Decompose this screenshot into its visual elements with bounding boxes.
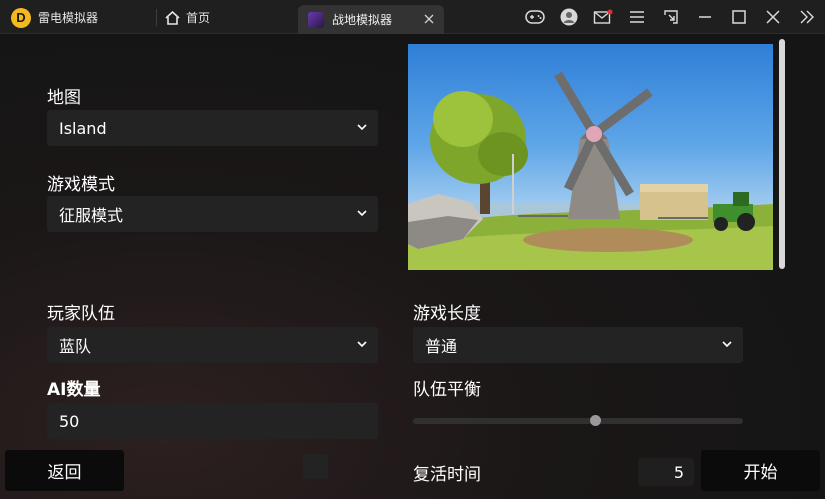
map-dropdown[interactable]: Island — [47, 110, 378, 146]
game-icon — [308, 11, 324, 28]
game-mode-label: 游戏模式 — [47, 175, 115, 195]
respawn-time-label: 复活时间 — [413, 465, 481, 485]
expand-sidebar-icon[interactable] — [797, 7, 817, 27]
player-team-label: 玩家队伍 — [47, 304, 115, 324]
back-button[interactable]: 返回 — [5, 450, 124, 491]
app-logo: D — [11, 8, 31, 28]
game-length-label: 游戏长度 — [413, 304, 481, 324]
ai-count-label: AI数量 — [47, 380, 101, 400]
mail-icon[interactable] — [593, 7, 613, 27]
team-balance-label: 队伍平衡 — [413, 380, 481, 400]
start-button[interactable]: 开始 — [701, 450, 820, 491]
ai-count-value: 50 — [59, 411, 80, 431]
map-value: Island — [59, 118, 107, 138]
slider-handle[interactable] — [589, 415, 601, 426]
home-icon — [165, 10, 180, 25]
divider — [156, 9, 157, 26]
gamepad-icon[interactable] — [525, 7, 545, 27]
chevron-down-icon — [357, 341, 367, 348]
tab-game[interactable]: 战地模拟器 — [298, 5, 444, 34]
close-window-icon[interactable] — [763, 7, 783, 27]
chevron-down-icon — [357, 124, 367, 131]
game-mode-dropdown[interactable]: 征服模式 — [47, 196, 378, 232]
close-tab-icon[interactable] — [422, 12, 436, 26]
minimize-icon[interactable] — [695, 7, 715, 27]
shrink-window-icon[interactable] — [661, 7, 681, 27]
game-settings-panel: 地图 Island 游戏模式 征服模式 玩家队伍 蓝队 游戏长度 普通 AI数量… — [0, 35, 825, 499]
scroll-box — [303, 454, 328, 479]
app-name: 雷电模拟器 — [38, 11, 99, 25]
respawn-time-input[interactable]: 5 — [638, 458, 694, 486]
menu-icon[interactable] — [627, 7, 647, 27]
chevron-down-icon — [722, 341, 732, 348]
map-label: 地图 — [47, 88, 81, 108]
player-team-value: 蓝队 — [59, 337, 92, 356]
ai-count-input[interactable]: 50 — [47, 403, 378, 439]
game-mode-value: 征服模式 — [59, 206, 124, 225]
chevron-down-icon — [357, 210, 367, 217]
team-balance-slider[interactable] — [413, 415, 743, 426]
tab-home-label: 首页 — [186, 11, 211, 25]
player-team-dropdown[interactable]: 蓝队 — [47, 327, 378, 363]
tab-home[interactable]: 首页 — [165, 6, 210, 29]
game-length-value: 普通 — [425, 337, 458, 356]
tab-game-label: 战地模拟器 — [332, 13, 393, 27]
maximize-icon[interactable] — [729, 7, 749, 27]
scrollbar[interactable] — [779, 39, 785, 269]
title-bar: D 雷电模拟器 首页 战地模拟器 — [0, 0, 825, 34]
avatar-icon[interactable] — [559, 7, 579, 27]
map-preview-image — [408, 44, 773, 270]
game-length-dropdown[interactable]: 普通 — [413, 327, 743, 363]
